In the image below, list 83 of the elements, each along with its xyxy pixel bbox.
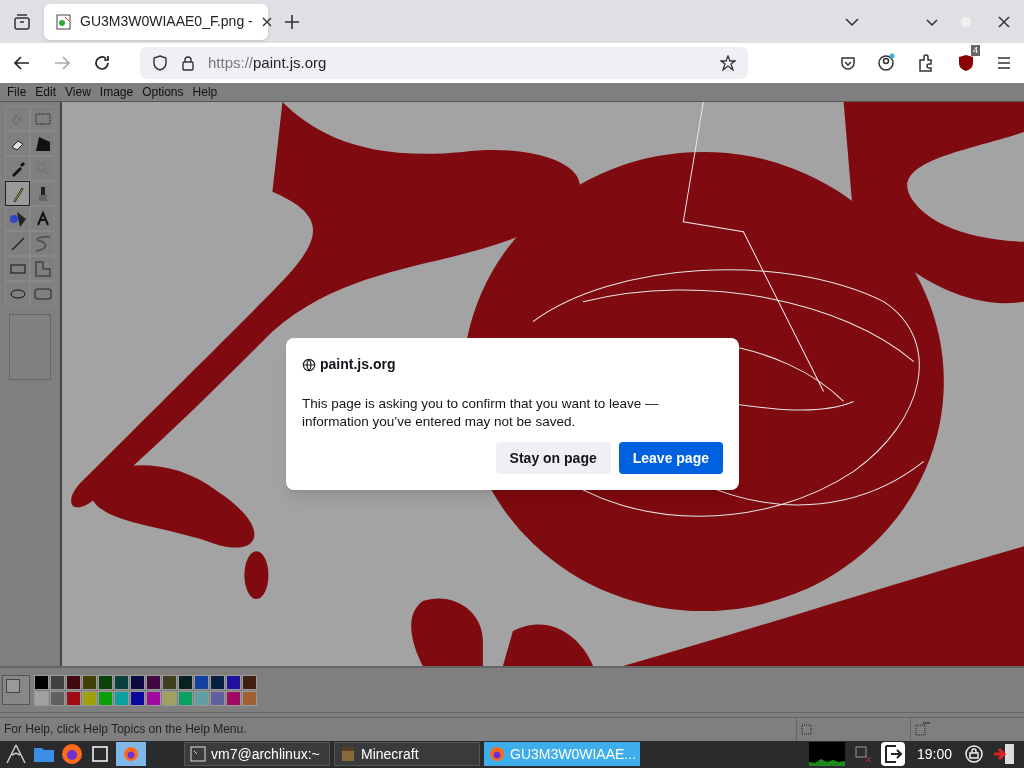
network-disconnected-icon <box>852 744 873 765</box>
curve-icon <box>33 234 52 253</box>
lock-icon[interactable] <box>964 744 984 765</box>
dialog-site-title: paint.js.org <box>320 355 396 374</box>
logout-icon[interactable] <box>880 742 905 767</box>
menu-item[interactable]: Options <box>139 83 187 102</box>
palette-swatch[interactable] <box>50 690 65 706</box>
menu-item[interactable]: Help <box>189 83 221 102</box>
close-icon[interactable] <box>996 13 1012 30</box>
dialog-message: This page is asking you to confirm that you want to leave — information you’ve entered may not be saved. <box>302 395 660 431</box>
palette-swatch[interactable] <box>146 690 161 706</box>
browser-icon <box>488 745 506 764</box>
leave-page-button[interactable]: Leave page <box>618 442 723 474</box>
palette-swatch[interactable] <box>162 674 177 690</box>
tool-button[interactable] <box>30 206 55 232</box>
palette-swatch[interactable] <box>226 674 241 690</box>
palette-swatch[interactable] <box>210 674 225 690</box>
palette-swatch[interactable] <box>162 690 177 706</box>
exit-icon[interactable] <box>992 742 1016 767</box>
palette-swatch[interactable] <box>146 674 161 690</box>
palette-swatch[interactable] <box>114 690 129 706</box>
palette-swatch[interactable] <box>242 674 257 690</box>
tab-title: GU3M3W0WIAAE0_F.png - <box>80 12 253 32</box>
palette-swatch[interactable] <box>178 674 193 690</box>
tool-options-panel <box>9 314 51 381</box>
palette-swatch[interactable] <box>114 674 129 690</box>
palette-swatch[interactable] <box>130 690 145 706</box>
palette-swatch[interactable] <box>178 690 193 706</box>
palette-swatch[interactable] <box>34 674 49 690</box>
tool-button[interactable] <box>5 131 30 157</box>
tool-button[interactable] <box>5 181 30 207</box>
tool-button[interactable] <box>5 156 30 182</box>
menu-item[interactable]: Edit <box>32 83 60 102</box>
taskbar-button[interactable]: GU3M3W0WIAAE... <box>484 742 641 767</box>
close-icon[interactable] <box>260 15 273 28</box>
palette-swatch[interactable] <box>242 690 257 706</box>
menu-item[interactable]: Image <box>96 83 137 102</box>
extension-badge: 4 <box>971 45 980 57</box>
globe-flame-icon[interactable] <box>60 742 84 767</box>
polygon-icon <box>33 259 52 278</box>
browser-launcher-button[interactable] <box>116 742 146 767</box>
tool-button[interactable] <box>30 131 55 157</box>
clock: 19:00 <box>916 744 952 764</box>
url-text: https://paint.js.org <box>208 52 328 73</box>
shield-extension-icon[interactable] <box>956 53 976 74</box>
fill-bucket-icon <box>33 134 52 153</box>
palette-swatch[interactable] <box>66 690 81 706</box>
palette-swatch[interactable] <box>34 690 49 706</box>
pocket-icon[interactable] <box>840 55 856 72</box>
airbrush-icon <box>8 209 27 228</box>
status-help-text: For Help, click Help Topics on the Help Menu. <box>3 721 248 739</box>
globe-icon <box>302 357 316 372</box>
selection-size-icon <box>915 721 931 738</box>
palette-swatch[interactable] <box>210 690 225 706</box>
stay-on-page-button[interactable]: Stay on page <box>495 442 611 474</box>
palette-swatch[interactable] <box>226 690 241 706</box>
palette-swatch[interactable] <box>66 674 81 690</box>
cpu-graph-icon <box>808 742 845 767</box>
menu-icon[interactable] <box>996 55 1012 72</box>
palette-swatch[interactable] <box>194 674 209 690</box>
palette-swatch[interactable] <box>130 674 145 690</box>
lock-icon <box>180 55 196 72</box>
taskbar-button[interactable]: vm7@archlinux:~ <box>184 742 330 767</box>
palette-swatch[interactable] <box>50 674 65 690</box>
palette-swatch[interactable] <box>194 690 209 706</box>
taskbar-button[interactable]: Minecraft <box>334 742 480 767</box>
palette-swatch[interactable] <box>98 674 113 690</box>
palette-swatch[interactable] <box>98 690 113 706</box>
block-icon <box>339 745 357 764</box>
menu-item[interactable]: File <box>4 83 30 102</box>
address-bar[interactable]: https://paint.js.org <box>140 47 748 80</box>
new-tab-icon[interactable] <box>284 13 300 30</box>
shield-icon <box>152 55 168 72</box>
terminal-icon <box>189 745 207 764</box>
browser-icon <box>123 746 139 763</box>
tab-list-icon[interactable] <box>12 11 32 32</box>
account-icon[interactable] <box>876 53 896 74</box>
palette-swatch[interactable] <box>82 674 97 690</box>
menu-item[interactable]: View <box>62 83 94 102</box>
image-file-icon <box>56 13 72 30</box>
cursor-position-icon <box>801 723 813 736</box>
star-icon[interactable] <box>720 55 736 72</box>
palette-swatch[interactable] <box>82 690 97 706</box>
